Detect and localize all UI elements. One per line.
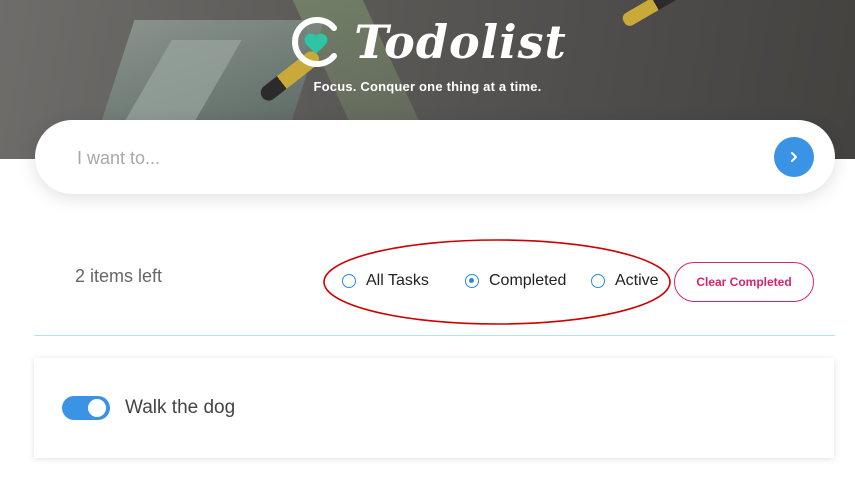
radio-unchecked-icon[interactable] — [342, 274, 356, 288]
new-task-card — [35, 120, 835, 194]
filter-label: Active — [615, 272, 659, 289]
todolist-heart-logo-icon — [292, 17, 338, 67]
radio-checked-icon[interactable] — [465, 274, 479, 288]
filter-label: All Tasks — [366, 272, 429, 289]
divider — [34, 335, 835, 336]
task-completed-toggle[interactable] — [62, 396, 110, 420]
filter-radio-group: All Tasks Completed Active — [322, 238, 672, 326]
app-title: Todolist — [354, 15, 567, 69]
new-task-input[interactable] — [75, 142, 759, 174]
logo: Todolist — [288, 14, 567, 70]
filter-label: Completed — [489, 272, 567, 289]
task-list-item: Walk the dog — [34, 358, 834, 458]
tagline: Focus. Conquer one thing at a time. — [313, 79, 542, 94]
filter-all-tasks[interactable]: All Tasks — [342, 272, 429, 290]
app-header: Todolist Focus. Conquer one thing at a t… — [0, 14, 855, 94]
chevron-right-icon — [791, 152, 797, 162]
add-task-button[interactable] — [774, 137, 814, 177]
filter-active[interactable]: Active — [591, 272, 659, 290]
filter-completed[interactable]: Completed — [465, 272, 566, 290]
items-left-count: 2 items left — [75, 266, 163, 286]
task-label: Walk the dog — [125, 397, 236, 418]
toggle-knob — [88, 399, 106, 417]
radio-unchecked-icon[interactable] — [591, 274, 605, 288]
clear-completed-button[interactable]: Clear Completed — [674, 262, 814, 302]
